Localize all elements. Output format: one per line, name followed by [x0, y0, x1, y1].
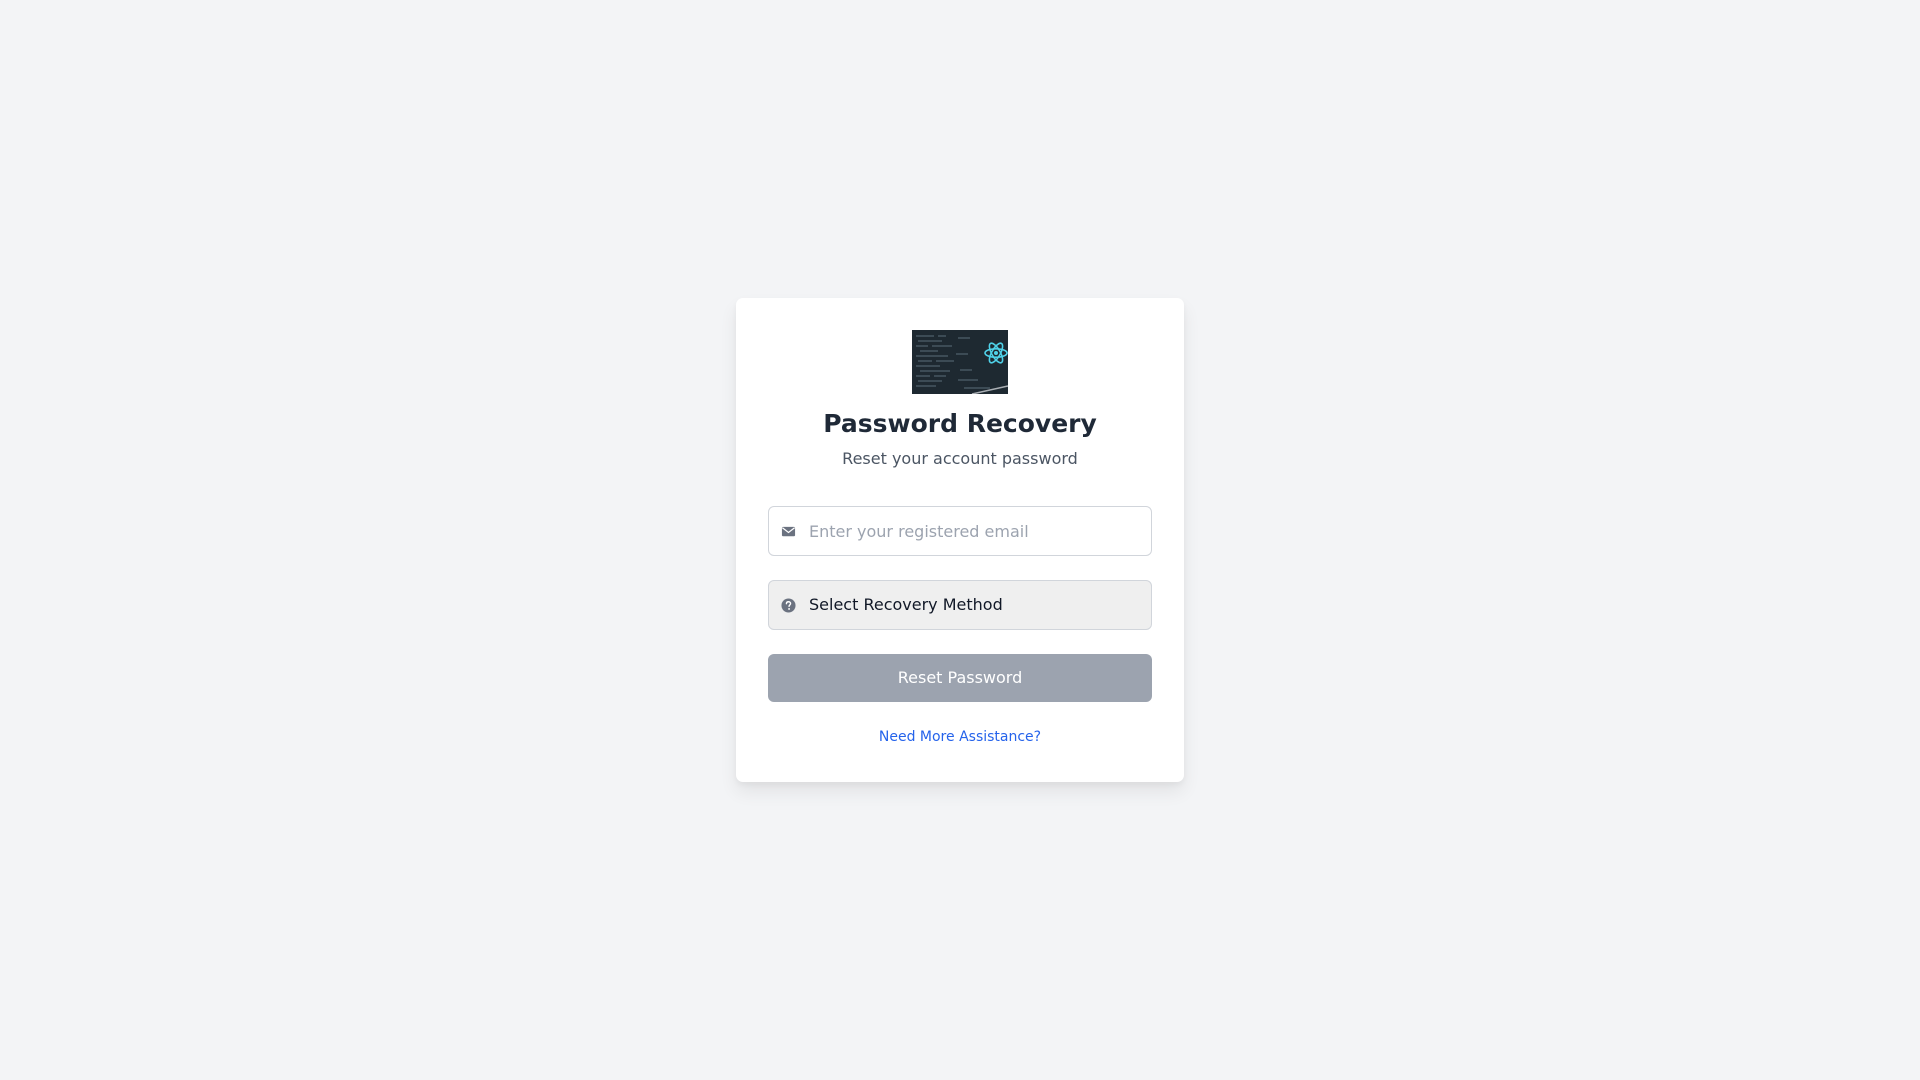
page: Password Recovery Reset your account pas…: [0, 0, 1920, 1080]
password-recovery-card: Password Recovery Reset your account pas…: [736, 298, 1184, 782]
reset-password-button[interactable]: Reset Password: [768, 654, 1152, 702]
envelope-icon: [781, 526, 796, 537]
react-code-logo: [912, 330, 1008, 394]
recovery-method-select[interactable]: Select Recovery Method: [768, 580, 1152, 630]
email-input[interactable]: [809, 507, 1143, 555]
need-assistance-link[interactable]: Need More Assistance?: [736, 728, 1184, 746]
question-circle-icon: [781, 598, 796, 613]
page-subtitle: Reset your account password: [842, 449, 1078, 468]
recovery-method-value: Select Recovery Method: [809, 595, 1003, 614]
page-title: Password Recovery: [823, 409, 1097, 438]
email-field[interactable]: [768, 506, 1152, 556]
